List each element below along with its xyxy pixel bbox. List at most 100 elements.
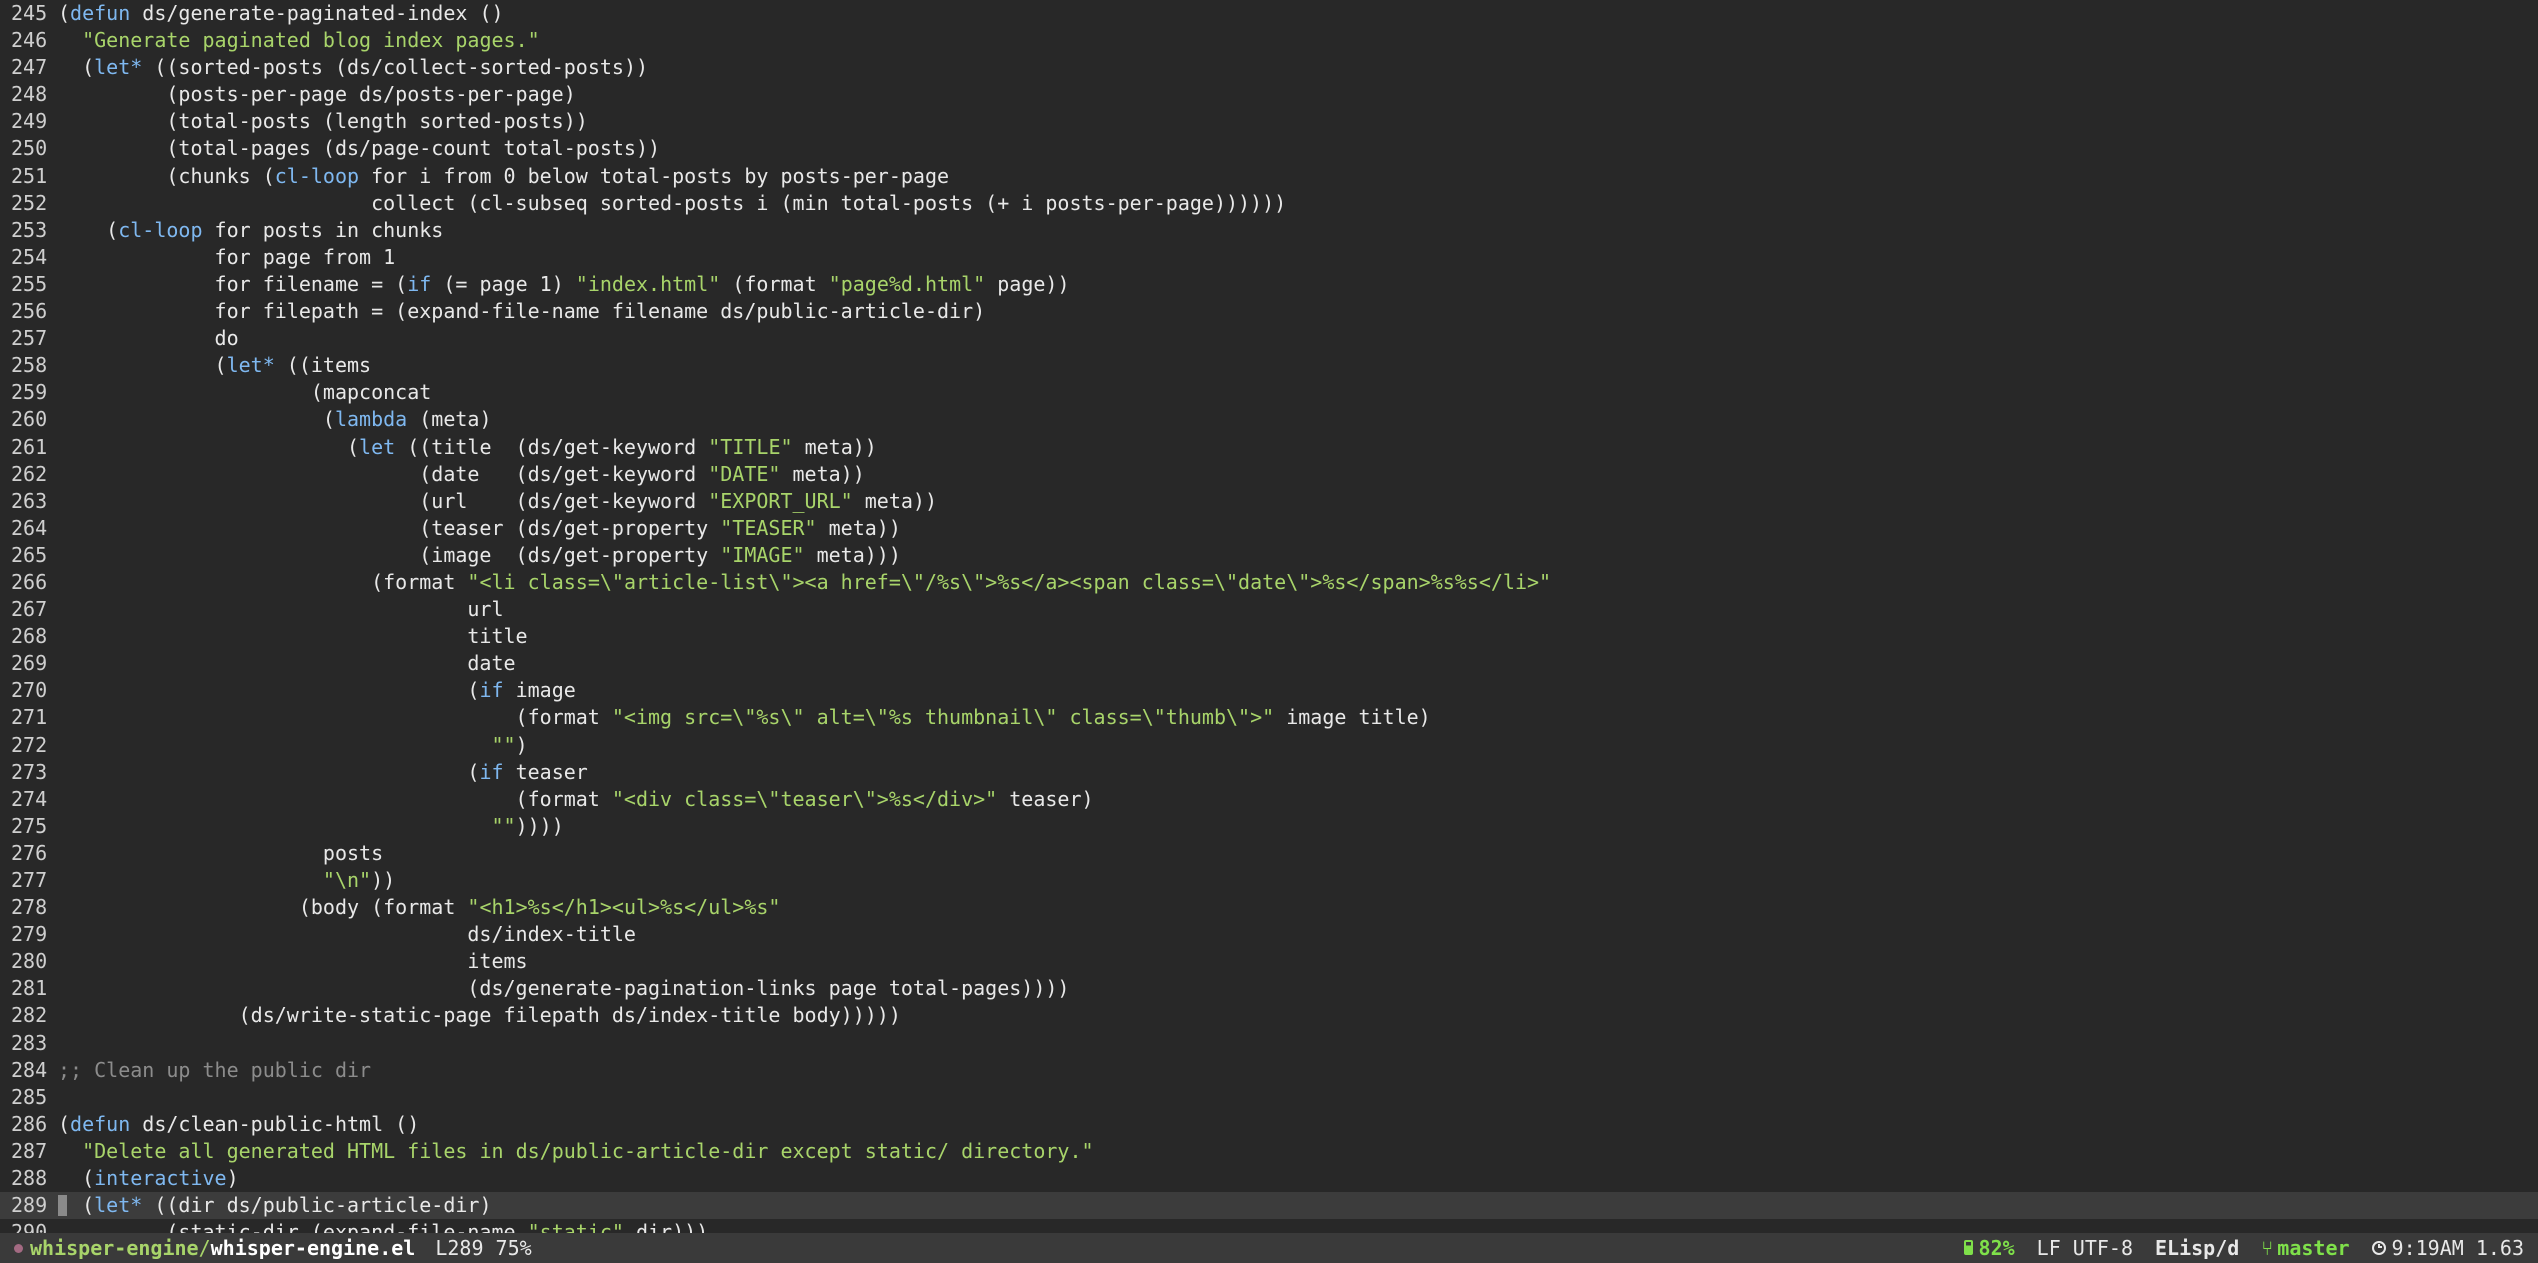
code-line[interactable]: 281 (ds/generate-pagination-links page t… (0, 975, 2538, 1002)
code-text[interactable]: (chunks (cl-loop for i from 0 below tota… (58, 164, 949, 188)
git-branch[interactable]: master (2277, 1236, 2349, 1260)
code-line[interactable]: 272 "") (0, 732, 2538, 759)
code-text[interactable]: "\n")) (58, 868, 395, 892)
code-line[interactable]: 258 (let* ((items (0, 352, 2538, 379)
code-line[interactable]: 275 "")))) (0, 813, 2538, 840)
code-text[interactable]: date (58, 651, 515, 675)
code-line[interactable]: 252 collect (cl-subseq sorted-posts i (m… (0, 190, 2538, 217)
code-line[interactable]: 282 (ds/write-static-page filepath ds/in… (0, 1002, 2538, 1029)
string-token: "" (491, 813, 516, 838)
code-line[interactable]: 286 (defun ds/clean-public-html () (0, 1111, 2538, 1138)
project-name[interactable]: whisper-engine (30, 1236, 199, 1260)
encoding-indicator[interactable]: LF UTF-8 (2037, 1236, 2133, 1260)
code-line[interactable]: 253 (cl-loop for posts in chunks (0, 217, 2538, 244)
code-text[interactable]: ds/index-title (58, 922, 636, 946)
code-line[interactable]: 274 (format "<div class=\"teaser\">%s</d… (0, 786, 2538, 813)
code-line[interactable]: 263 (url (ds/get-keyword "EXPORT_URL" me… (0, 488, 2538, 515)
code-line[interactable]: 257 do (0, 325, 2538, 352)
code-line[interactable]: 245 (defun ds/generate-paginated-index () (0, 0, 2538, 27)
code-text[interactable]: (lambda (meta) (58, 407, 492, 431)
code-text[interactable]: "")))) (58, 813, 563, 838)
code-text[interactable]: (if image (58, 678, 575, 702)
code-text[interactable]: "Generate paginated blog index pages." (58, 28, 540, 52)
code-line[interactable]: 266 (format "<li class=\"article-list\">… (0, 569, 2538, 596)
code-line[interactable]: 268 title (0, 623, 2538, 650)
code-text[interactable]: (teaser (ds/get-property "TEASER" meta)) (58, 516, 901, 540)
code-line[interactable]: 249 (total-posts (length sorted-posts)) (0, 108, 2538, 135)
code-line[interactable]: 289 (let* ((dir ds/public-article-dir) (0, 1192, 2538, 1220)
code-text[interactable]: (let* ((items (58, 353, 372, 377)
code-text[interactable]: (let* ((dir ds/public-article-dir) (58, 1193, 491, 1217)
code-text[interactable]: (interactive) (58, 1166, 239, 1190)
code-text[interactable]: (defun ds/generate-paginated-index () (58, 1, 504, 25)
code-text[interactable]: do (58, 326, 239, 350)
code-text[interactable]: for page from 1 (58, 245, 396, 269)
code-text[interactable]: (ds/write-static-page filepath ds/index-… (58, 1003, 901, 1027)
code-line[interactable]: 259 (mapconcat (0, 379, 2538, 406)
code-line[interactable]: 265 (image (ds/get-property "IMAGE" meta… (0, 542, 2538, 569)
code-token: ds/clean-public-html () (130, 1111, 420, 1136)
code-line[interactable]: 287 "Delete all generated HTML files in … (0, 1138, 2538, 1165)
code-text[interactable]: (image (ds/get-property "IMAGE" meta))) (58, 543, 901, 567)
code-text[interactable]: title (58, 624, 527, 648)
code-line[interactable]: 280 items (0, 948, 2538, 975)
code-line[interactable]: 254 for page from 1 (0, 244, 2538, 271)
code-line[interactable]: 279 ds/index-title (0, 921, 2538, 948)
buffer-filename[interactable]: whisper-engine.el (211, 1236, 416, 1260)
code-text[interactable]: (cl-loop for posts in chunks (58, 218, 443, 242)
code-line[interactable]: 256 for filepath = (expand-file-name fil… (0, 298, 2538, 325)
code-line[interactable]: 270 (if image (0, 677, 2538, 704)
code-line[interactable]: 276 posts (0, 840, 2538, 867)
code-text[interactable]: (defun ds/clean-public-html () (58, 1112, 419, 1136)
code-line[interactable]: 251 (chunks (cl-loop for i from 0 below … (0, 163, 2538, 190)
code-text[interactable]: ;; Clean up the public dir (58, 1058, 371, 1082)
code-text[interactable]: (date (ds/get-keyword "DATE" meta)) (58, 462, 865, 486)
code-line[interactable]: 290 (static-dir (expand-file-name "stati… (0, 1219, 2538, 1233)
line-number: 279 (11, 922, 48, 947)
code-text[interactable]: (ds/generate-pagination-links page total… (58, 976, 1069, 1000)
major-mode[interactable]: ELisp/d (2155, 1236, 2239, 1260)
code-text[interactable]: url (58, 597, 503, 621)
code-line[interactable]: 247 (let* ((sorted-posts (ds/collect-sor… (0, 54, 2538, 81)
code-text[interactable]: (let* ((sorted-posts (ds/collect-sorted-… (58, 55, 648, 79)
code-line[interactable]: 288 (interactive) (0, 1165, 2538, 1192)
code-text[interactable]: (total-pages (ds/page-count total-posts)… (58, 136, 660, 160)
code-line[interactable]: 255 for filename = (if (= page 1) "index… (0, 271, 2538, 298)
code-line[interactable]: 277 "\n")) (0, 867, 2538, 894)
code-line[interactable]: 250 (total-pages (ds/page-count total-po… (0, 135, 2538, 162)
code-text[interactable]: "") (58, 733, 527, 757)
code-text[interactable]: for filepath = (expand-file-name filenam… (58, 299, 986, 323)
code-text[interactable]: (url (ds/get-keyword "EXPORT_URL" meta)) (58, 489, 937, 513)
code-text[interactable]: (mapconcat (58, 380, 431, 404)
code-text[interactable]: collect (cl-subseq sorted-posts i (min t… (58, 191, 1286, 215)
line-number: 268 (11, 624, 48, 649)
code-line[interactable]: 271 (format "<img src=\"%s\" alt=\"%s th… (0, 704, 2538, 731)
code-text[interactable]: (format "<img src=\"%s\" alt=\"%s thumbn… (58, 705, 1431, 729)
code-text[interactable]: (body (format "<h1>%s</h1><ul>%s</ul>%s" (58, 895, 781, 919)
code-line[interactable]: 248 (posts-per-page ds/posts-per-page) (0, 81, 2538, 108)
code-editor[interactable]: 245 (defun ds/generate-paginated-index ()… (0, 0, 2538, 1233)
code-text[interactable]: (if teaser (58, 760, 587, 784)
code-text[interactable]: items (58, 949, 527, 973)
code-line[interactable]: 246 "Generate paginated blog index pages… (0, 27, 2538, 54)
code-line[interactable]: 269 date (0, 650, 2538, 677)
code-text[interactable]: (format "<li class=\"article-list\"><a h… (58, 570, 1551, 594)
code-text[interactable]: (static-dir (expand-file-name "static" d… (58, 1220, 708, 1233)
code-line[interactable]: 264 (teaser (ds/get-property "TEASER" me… (0, 515, 2538, 542)
code-text[interactable]: (format "<div class=\"teaser\">%s</div>"… (58, 787, 1094, 811)
code-line[interactable]: 260 (lambda (meta) (0, 406, 2538, 433)
code-line[interactable]: 267 url (0, 596, 2538, 623)
code-line[interactable]: 273 (if teaser (0, 759, 2538, 786)
code-text[interactable]: (posts-per-page ds/posts-per-page) (58, 82, 575, 106)
code-text[interactable]: posts (58, 841, 383, 865)
code-line[interactable]: 284 ;; Clean up the public dir (0, 1057, 2538, 1084)
code-line[interactable]: 261 (let ((title (ds/get-keyword "TITLE"… (0, 434, 2538, 461)
code-text[interactable]: for filename = (if (= page 1) "index.htm… (58, 272, 1070, 296)
code-line[interactable]: 285 (0, 1084, 2538, 1111)
code-line[interactable]: 262 (date (ds/get-keyword "DATE" meta)) (0, 461, 2538, 488)
code-line[interactable]: 278 (body (format "<h1>%s</h1><ul>%s</ul… (0, 894, 2538, 921)
code-text[interactable]: "Delete all generated HTML files in ds/p… (58, 1139, 1093, 1163)
code-text[interactable]: (total-posts (length sorted-posts)) (58, 109, 587, 133)
code-text[interactable]: (let ((title (ds/get-keyword "TITLE" met… (58, 435, 877, 459)
code-line[interactable]: 283 (0, 1030, 2538, 1057)
